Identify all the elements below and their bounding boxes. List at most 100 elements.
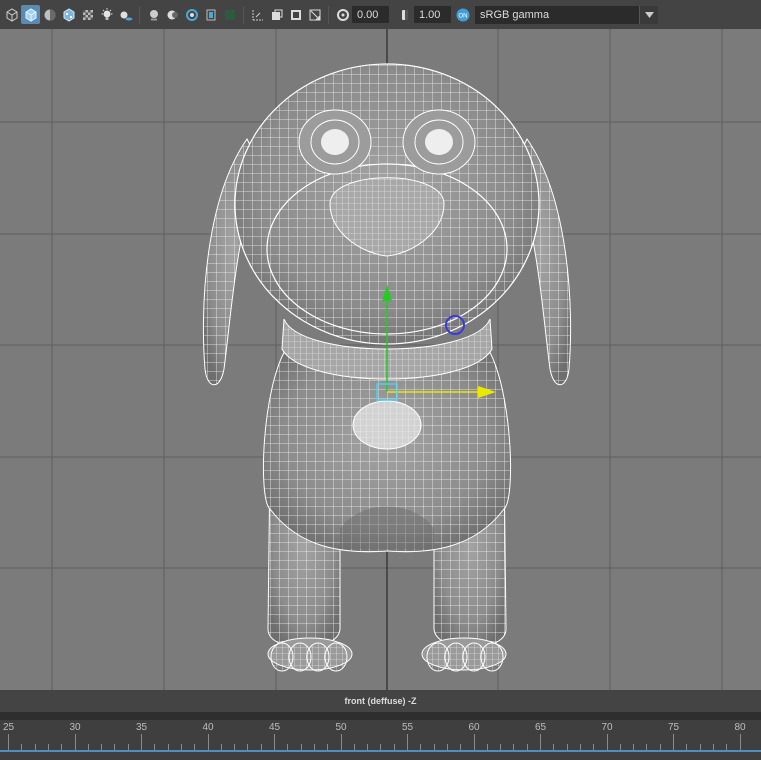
timeline-minor-tick — [566, 744, 568, 750]
timeline-major-tick — [673, 734, 674, 750]
timeline-minor-tick — [167, 744, 169, 750]
timeline-major-tick — [274, 734, 275, 750]
toolbar-separator — [328, 5, 329, 24]
timeline-major-tick — [141, 734, 142, 750]
viewport-scene — [0, 29, 761, 690]
timeline-minor-tick — [194, 744, 196, 750]
timeline-minor-tick — [327, 744, 329, 750]
grid-toggle-icon[interactable] — [248, 5, 267, 24]
timeline-minor-tick — [260, 744, 262, 750]
timeline-minor-tick — [87, 744, 89, 750]
timeline-tick-label: 45 — [269, 722, 281, 733]
smooth-shade-cube-icon[interactable] — [21, 5, 40, 24]
color-management-icon[interactable]: ON — [453, 5, 472, 24]
textured-cube-icon[interactable] — [59, 5, 78, 24]
timeline-major-tick — [74, 734, 76, 750]
timeline-minor-tick — [234, 744, 236, 750]
timeline-minor-tick — [712, 744, 714, 750]
timeline-minor-tick — [61, 744, 63, 750]
timeline-minor-tick — [127, 744, 129, 750]
timeline-tick-label: 40 — [202, 722, 214, 733]
motion-blur-icon[interactable] — [201, 5, 220, 24]
timeline-tick-label: 75 — [668, 722, 680, 733]
image-plane-icon[interactable] — [286, 5, 305, 24]
left-eye — [298, 109, 372, 175]
half-sphere-icon[interactable] — [40, 5, 59, 24]
timeline-minor-tick — [633, 744, 635, 750]
timeline-baseline — [0, 750, 761, 752]
timeline-tick-label: 55 — [402, 722, 414, 733]
timeline-minor-tick — [446, 744, 448, 750]
camera-label: front (deffuse) -Z — [344, 696, 417, 706]
timeline-minor-tick — [500, 744, 502, 750]
timeline-minor-tick — [367, 744, 369, 750]
timeline-major-tick — [473, 734, 475, 750]
timeline-minor-tick — [460, 744, 462, 750]
light-bulb-icon[interactable] — [97, 5, 116, 24]
timeline-minor-tick — [646, 744, 648, 750]
viewport-toolbar: 0.00 1.00 ON sRGB gamma — [0, 0, 761, 29]
timeline-minor-tick — [619, 744, 621, 750]
checker-icon[interactable] — [78, 5, 97, 24]
ambient-occlusion-icon[interactable] — [182, 5, 201, 24]
timeline-minor-tick — [154, 744, 156, 750]
exposure-icon[interactable] — [333, 5, 352, 24]
timeline-minor-tick — [526, 744, 528, 750]
timeline-minor-tick — [34, 744, 36, 750]
timeline-tick-label: 80 — [734, 722, 746, 733]
resolution-gate-icon[interactable] — [305, 5, 324, 24]
camera-label-bar: front (deffuse) -Z — [0, 690, 761, 712]
panel-divider — [0, 712, 761, 720]
timeline-tick-label: 35 — [136, 722, 148, 733]
3d-viewport[interactable] — [0, 29, 761, 690]
timeline-minor-tick — [180, 744, 182, 750]
exposure-field[interactable]: 0.00 — [352, 6, 389, 23]
timeline-major-tick — [8, 734, 9, 750]
timeline-minor-tick — [47, 744, 49, 750]
colorspace-select[interactable]: sRGB gamma — [475, 5, 658, 24]
timeline-minor-tick — [287, 744, 289, 750]
timeline-tick-label: 70 — [601, 722, 613, 733]
colorspace-label: sRGB gamma — [480, 8, 550, 21]
timeline-tick-label: 65 — [535, 722, 547, 733]
timeline-minor-tick — [220, 744, 222, 750]
shadow-icon[interactable] — [116, 5, 135, 24]
timeline-minor-tick — [659, 744, 661, 750]
toolbar-separator — [243, 5, 244, 24]
timeline-minor-tick — [486, 744, 488, 750]
timeline-minor-tick — [393, 744, 395, 750]
timeline-minor-tick — [699, 744, 701, 750]
isolate-icon[interactable] — [163, 5, 182, 24]
wireframe-cube-icon[interactable] — [2, 5, 21, 24]
timeline-minor-tick — [353, 744, 355, 750]
timeline-minor-tick — [313, 744, 315, 750]
timeline-minor-tick — [420, 744, 422, 750]
timeline-tick-label: 25 — [3, 722, 15, 733]
timeline-minor-tick — [114, 744, 116, 750]
timeline-minor-tick — [380, 744, 382, 750]
gamma-icon[interactable] — [395, 5, 414, 24]
timeline-minor-tick — [247, 744, 249, 750]
timeline-major-tick — [540, 734, 541, 750]
timeline-tick-label: 60 — [468, 722, 480, 733]
timeline-tick-label: 50 — [335, 722, 347, 733]
gamma-field[interactable]: 1.00 — [414, 6, 451, 23]
chevron-down-icon[interactable] — [639, 5, 658, 24]
antialias-icon[interactable] — [220, 5, 239, 24]
timeline-minor-tick — [101, 744, 103, 750]
right-paw — [421, 637, 507, 672]
svg-text:ON: ON — [458, 13, 467, 19]
xray-icon[interactable] — [144, 5, 163, 24]
timeline-minor-tick — [21, 744, 23, 750]
timeline-minor-tick — [726, 744, 728, 750]
timeline-minor-tick — [553, 744, 555, 750]
frame-icon[interactable] — [267, 5, 286, 24]
timeline-major-tick — [407, 734, 408, 750]
timeline-major-tick — [739, 734, 741, 750]
time-slider[interactable]: 25 30 35 40 45 50 55 60 65 70 75 80 — [0, 720, 761, 760]
timeline-minor-tick — [686, 744, 688, 750]
timeline-tick-label: 30 — [69, 722, 81, 733]
timeline-minor-tick — [593, 744, 595, 750]
left-paw — [267, 637, 353, 672]
toolbar-separator — [139, 5, 140, 24]
